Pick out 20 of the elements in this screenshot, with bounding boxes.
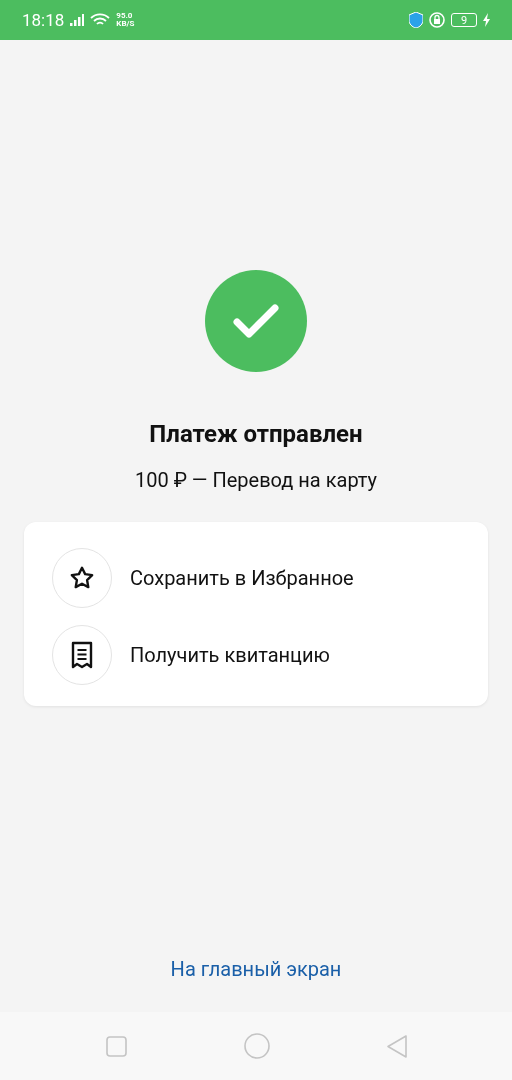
receipt-icon (71, 641, 93, 669)
charging-icon (483, 13, 490, 27)
recent-apps-button[interactable] (106, 1035, 127, 1057)
action-item[interactable]: Получить квитанцию (130, 643, 330, 667)
network-speed-unit: KB/S (116, 20, 135, 28)
home-button[interactable] (243, 1033, 270, 1059)
payment-status-title: Платеж отправлен (149, 419, 363, 449)
home-screen-link[interactable]: На главный экран (170, 956, 342, 982)
clock: 18:18 (22, 10, 65, 30)
shield-icon (409, 12, 423, 28)
star-icon (69, 565, 95, 591)
lock-rotation-icon (429, 12, 445, 28)
network-speed: 95.0 (116, 12, 134, 20)
payment-summary: 100 ₽ — Перевод на карту (134, 467, 378, 493)
wifi-icon (90, 13, 111, 27)
signal-icon (70, 14, 85, 26)
battery-indicator: 9 (451, 13, 477, 27)
back-button[interactable] (386, 1033, 408, 1059)
checkmark-icon (233, 303, 279, 339)
action-item[interactable]: Сохранить в Избранное (130, 566, 354, 590)
